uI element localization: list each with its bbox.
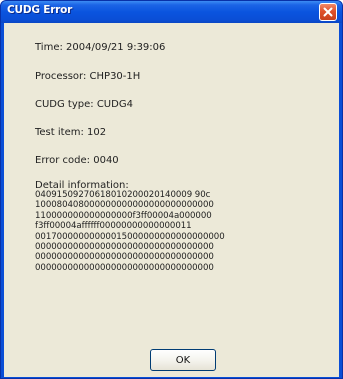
detail-information-text: 04091509270618010200020140009 90c 100080… xyxy=(35,190,325,273)
test-item-label: Test item: 102 xyxy=(35,127,107,138)
detail-line: 000000000000000000000000000000000 xyxy=(35,252,214,263)
window-title: CUDG Error xyxy=(7,4,73,16)
processor-label: Processor: CHP30-1H xyxy=(35,71,141,82)
detail-line: f3ff00004affffff00000000000000011 xyxy=(35,221,192,232)
time-label: Time: 2004/09/21 9:39:06 xyxy=(35,42,166,53)
detail-line: 04091509270618010200020140009 90c xyxy=(35,190,211,200)
title-bar[interactable]: CUDG Error xyxy=(1,1,342,23)
cudg-type-label: CUDG type: CUDG4 xyxy=(35,99,133,110)
error-dialog: CUDG Error Time: 2004/09/21 9:39:06 Proc… xyxy=(0,0,343,379)
detail-line: 00170000000000015000000000000000000 xyxy=(35,231,225,242)
close-icon xyxy=(323,7,333,17)
detail-line: 110000000000000000f3ff00004a000000 xyxy=(35,210,212,221)
detail-line: 100080408000000000000000000000000 xyxy=(35,200,214,211)
dialog-body: Time: 2004/09/21 9:39:06 Processor: CHP3… xyxy=(4,23,339,377)
ok-button[interactable]: OK xyxy=(150,349,216,371)
error-code-label: Error code: 0040 xyxy=(35,155,119,166)
detail-line: 000000000000000000000000000000000 xyxy=(35,241,214,252)
detail-line: 000000000000000000000000000000000 xyxy=(35,262,214,273)
close-button[interactable] xyxy=(319,3,337,21)
